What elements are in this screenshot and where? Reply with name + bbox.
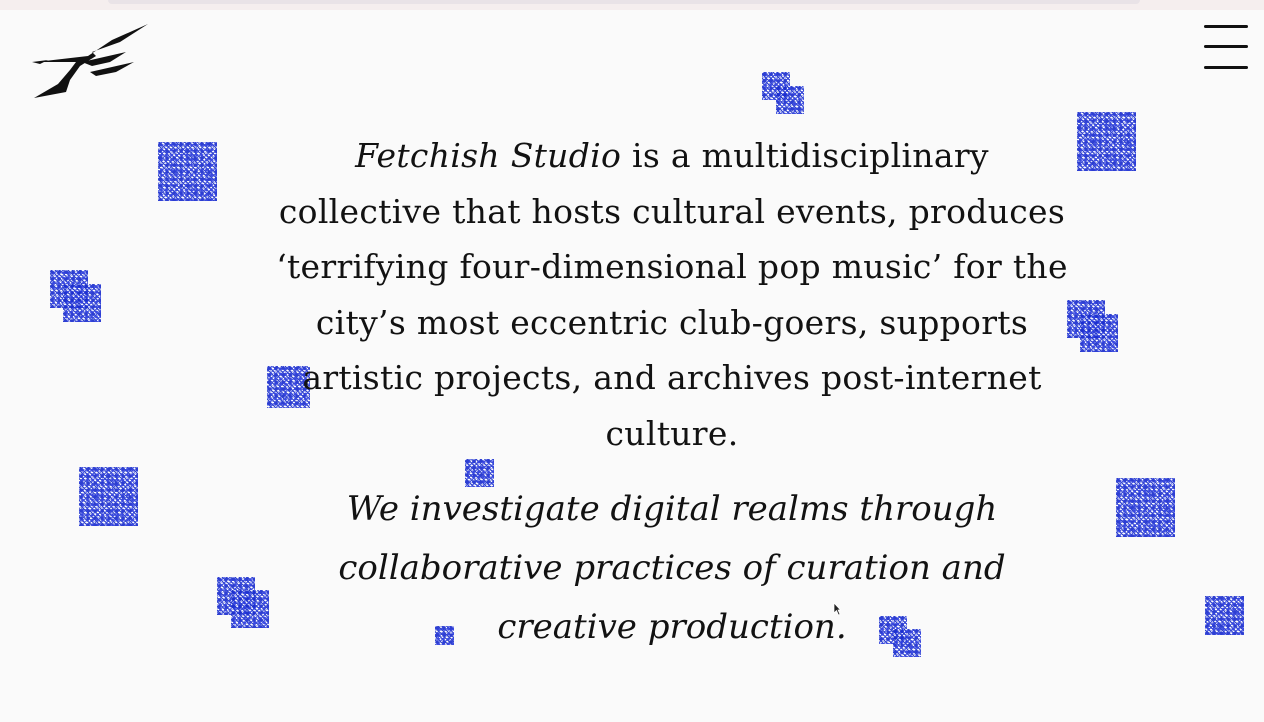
logo-glyph [32,24,148,98]
intro-paragraph: Fetchish Studio is a multidisciplinary c… [272,128,1072,461]
decorative-tile [1116,478,1175,537]
decorative-tile [158,142,217,201]
browser-top-strip [0,0,1264,10]
intro-description: is a multidisciplinary collective that h… [276,136,1068,453]
menu-line-middle [1204,45,1248,48]
decorative-tile [231,590,269,628]
decorative-tile [79,467,138,526]
mission-statement: We investigate digital realms through co… [338,489,1006,647]
hamburger-menu-icon[interactable] [1198,22,1252,74]
studio-name: Fetchish Studio [355,136,622,175]
browser-top-bar [108,0,1140,4]
fetchish-logo-icon[interactable] [30,22,150,100]
decorative-tile [63,284,101,322]
decorative-tile [1077,112,1136,171]
decorative-tile [1205,596,1244,635]
decorative-tile [1080,314,1118,352]
mouse-cursor-icon [833,602,841,616]
menu-line-bottom [1204,66,1248,69]
decorative-tile [776,86,804,114]
menu-line-top [1204,25,1248,28]
